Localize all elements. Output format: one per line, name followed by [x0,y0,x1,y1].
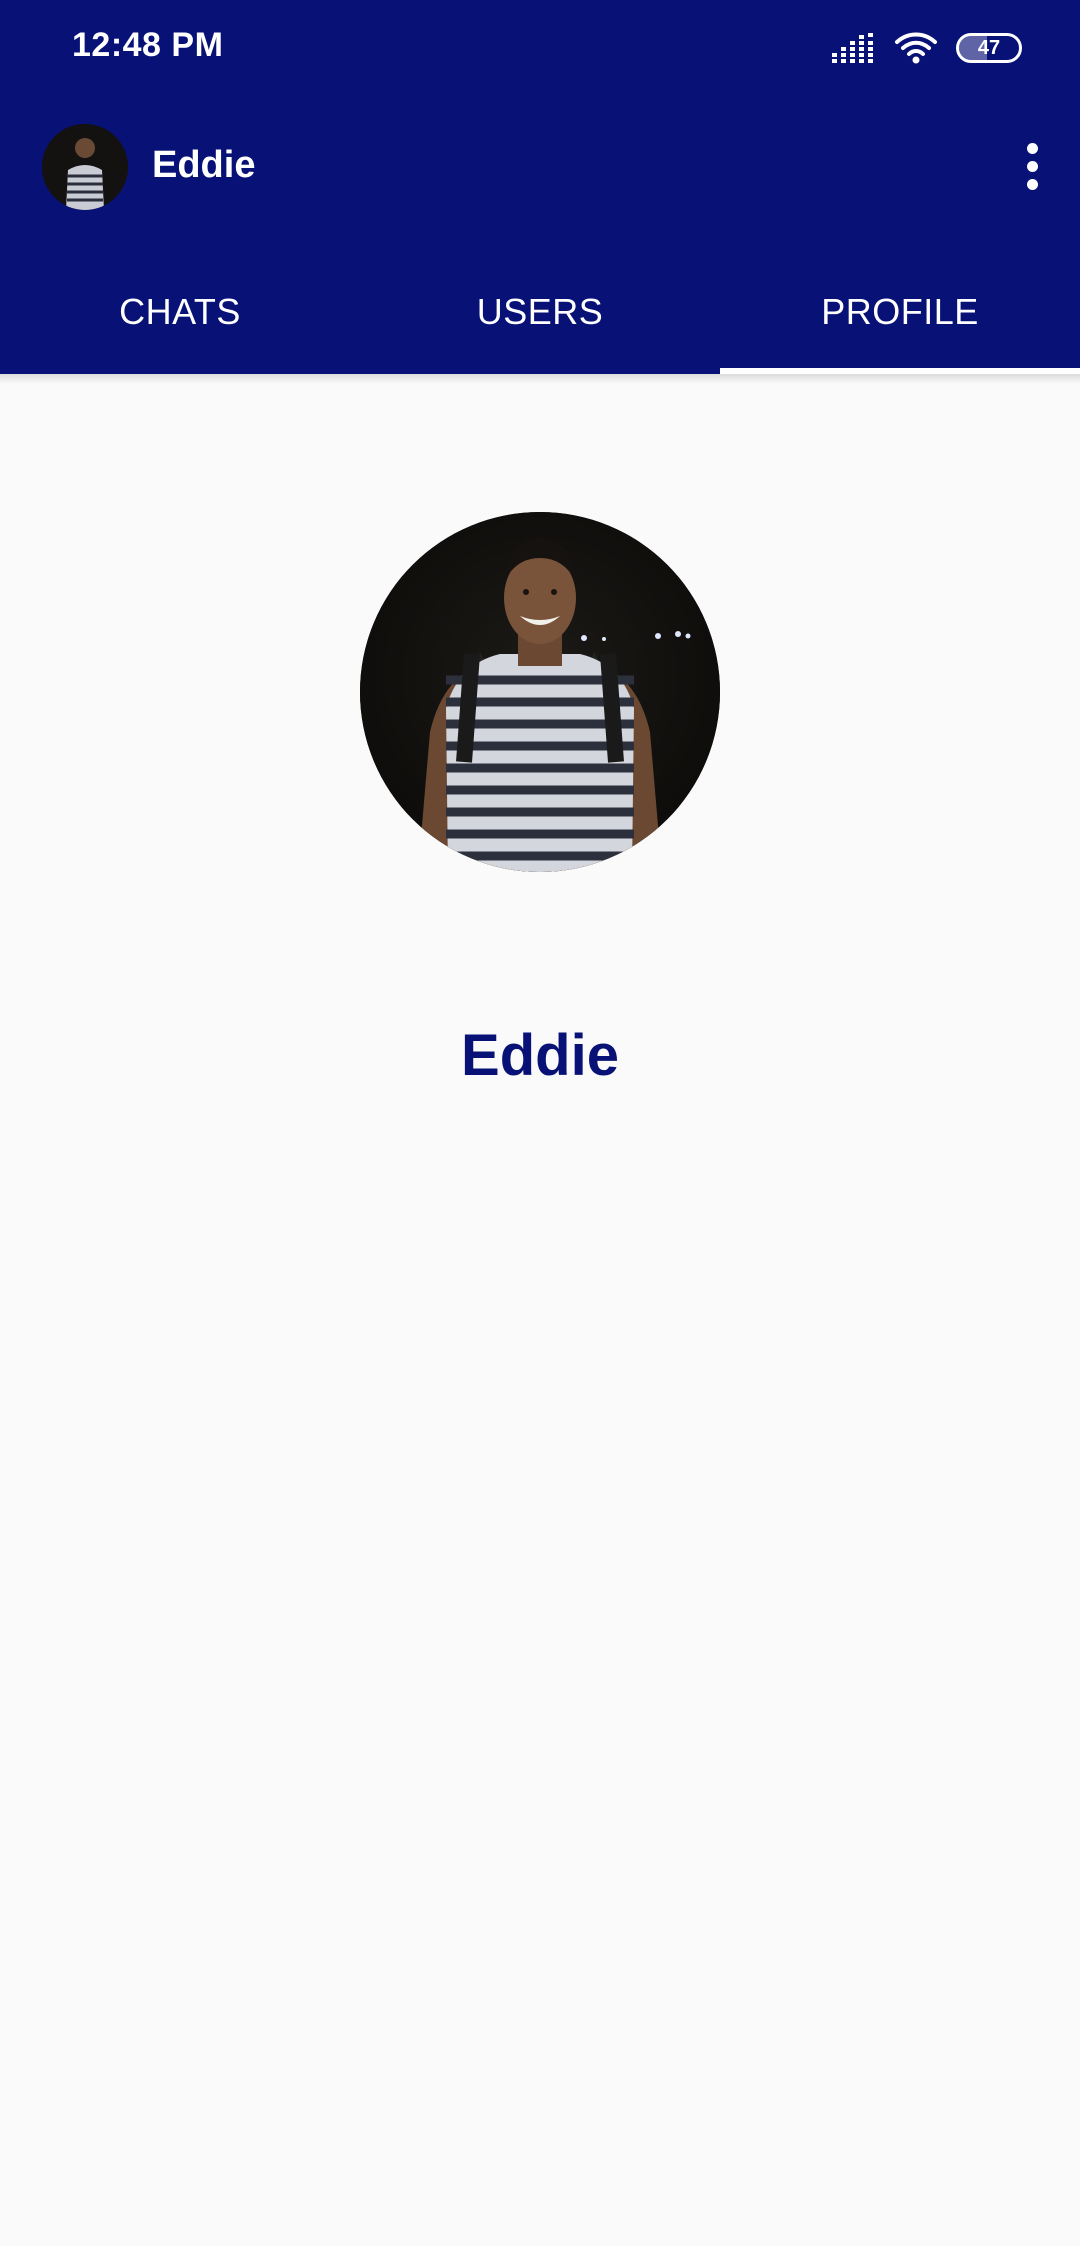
toolbar: Eddie [0,110,1080,222]
app-bar: 12:48 PM 47 Eddie CHATS USERS PROFILE [0,0,1080,374]
app-screen: 12:48 PM 47 Eddie CHATS USERS PROFILE Ed… [0,0,1080,2246]
profile-photo-icon [360,512,720,872]
toolbar-title: Eddie [152,144,256,186]
wifi-icon [895,32,937,64]
status-icons: 47 [832,26,1022,70]
battery-icon: 47 [956,33,1022,63]
more-vertical-icon[interactable] [1012,134,1052,198]
tab-chats[interactable]: CHATS [0,250,360,374]
status-time: 12:48 PM [72,26,224,64]
avatar-photo-icon [42,124,128,210]
tab-users[interactable]: USERS [360,250,720,374]
user-avatar[interactable] [42,124,128,210]
tab-bar: CHATS USERS PROFILE [0,250,1080,374]
tab-bar-shadow [0,374,1080,384]
profile-photo[interactable] [360,512,720,872]
battery-level: 47 [977,37,1001,59]
profile-name: Eddie [461,1023,619,1088]
signal-icon [832,33,873,63]
status-bar: 12:48 PM 47 [0,0,1080,96]
tab-profile[interactable]: PROFILE [720,250,1080,374]
